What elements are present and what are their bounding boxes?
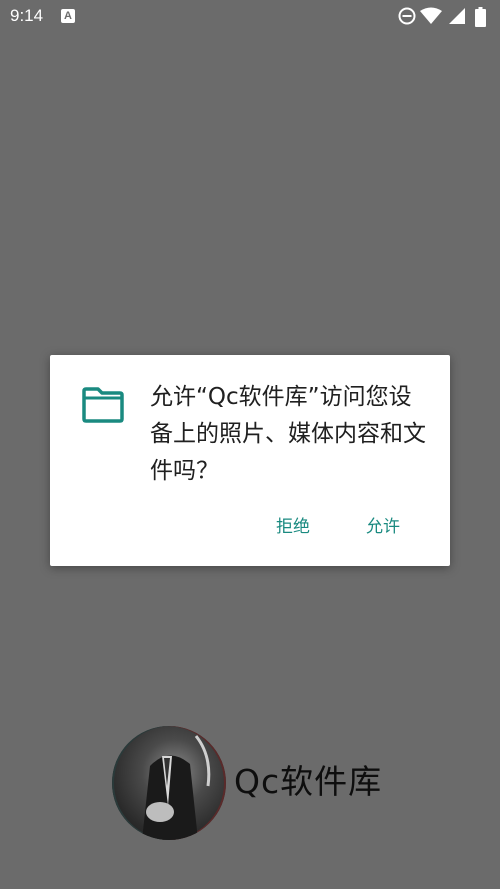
brand-name: Qc软件库	[234, 762, 383, 801]
allow-button[interactable]: 允许	[366, 510, 400, 544]
splash-logo: Qc软件库	[112, 726, 392, 842]
status-time: 9:14	[10, 6, 44, 25]
do-not-disturb-icon	[398, 7, 416, 25]
dialog-message: 允许“Qc软件库”访问您设备上的照片、媒体内容和文件吗？	[150, 384, 426, 484]
signal-icon	[449, 8, 465, 24]
deny-button[interactable]: 拒绝	[276, 510, 310, 544]
notification-a-icon: A	[61, 9, 75, 23]
status-bar: 9:14 A	[0, 0, 500, 34]
battery-icon	[475, 7, 486, 27]
avatar-figure-icon	[142, 735, 211, 840]
permission-dialog: 允许“Qc软件库”访问您设备上的照片、媒体内容和文件吗？ 拒绝 允许	[50, 355, 450, 566]
folder-icon	[82, 387, 124, 423]
avatar-logo	[112, 726, 226, 840]
notification-letter: A	[64, 10, 72, 22]
wifi-icon	[420, 7, 442, 24]
